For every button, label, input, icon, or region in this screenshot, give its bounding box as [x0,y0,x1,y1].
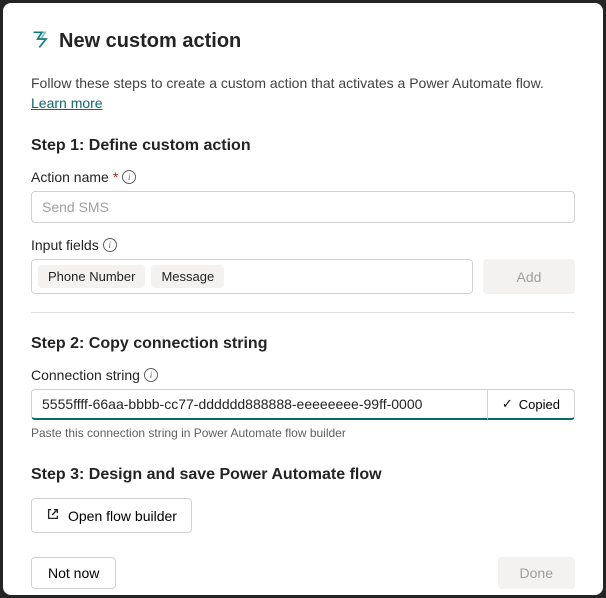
tag-phone-number[interactable]: Phone Number [38,265,145,288]
connection-string-label: Connection string i [31,367,575,383]
step-3-title: Step 3: Design and save Power Automate f… [31,466,575,484]
open-external-icon [46,507,60,524]
new-custom-action-dialog: New custom action Follow these steps to … [3,3,603,595]
connection-hint: Paste this connection string in Power Au… [31,426,575,440]
done-button[interactable]: Done [498,557,575,589]
step-1-section: Step 1: Define custom action Action name… [31,137,575,331]
dialog-title: New custom action [59,30,241,53]
input-fields-tagbox[interactable]: Phone Number Message [31,259,473,294]
copy-button[interactable]: ✓ Copied [487,389,575,420]
info-icon[interactable]: i [144,368,158,382]
add-field-button[interactable]: Add [483,259,575,294]
intro-text: Follow these steps to create a custom ac… [31,74,575,113]
tag-message[interactable]: Message [151,265,224,288]
dialog-header: New custom action [31,29,575,54]
action-name-input[interactable] [31,191,575,223]
action-name-label: Action name * i [31,169,575,185]
learn-more-link[interactable]: Learn more [31,95,103,111]
required-asterisk: * [113,169,118,185]
not-now-button[interactable]: Not now [31,557,116,589]
input-fields-label: Input fields i [31,237,575,253]
flow-icon [31,29,51,54]
divider [31,312,575,313]
info-icon[interactable]: i [122,170,136,184]
info-icon[interactable]: i [103,238,117,252]
step-1-title: Step 1: Define custom action [31,137,575,155]
connection-string-input[interactable] [31,389,487,420]
step-2-section: Step 2: Copy connection string Connectio… [31,335,575,462]
open-flow-builder-button[interactable]: Open flow builder [31,498,192,533]
dialog-footer: Not now Done [31,537,575,589]
step-3-section: Step 3: Design and save Power Automate f… [31,466,575,533]
check-icon: ✓ [502,396,513,412]
step-2-title: Step 2: Copy connection string [31,335,575,353]
